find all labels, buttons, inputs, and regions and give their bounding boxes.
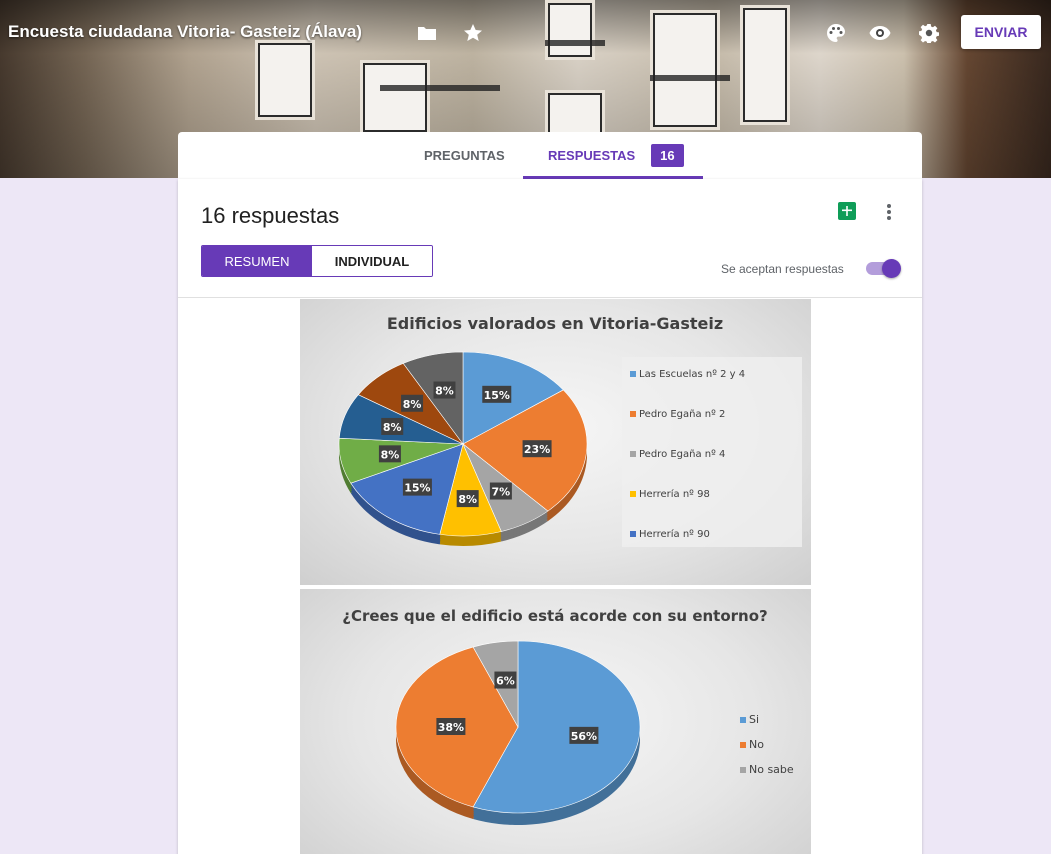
tab-questions[interactable]: PREGUNTAS bbox=[424, 132, 505, 179]
data-label: 6% bbox=[496, 675, 515, 688]
building-window bbox=[740, 5, 790, 125]
building-window bbox=[255, 40, 315, 120]
legend-swatch bbox=[630, 451, 636, 457]
balcony-rail bbox=[545, 40, 605, 46]
gear-icon[interactable] bbox=[918, 22, 940, 44]
legend-swatch bbox=[740, 767, 746, 773]
legend-entry: Pedro Egaña nº 2 bbox=[639, 409, 725, 420]
legend-entry: Pedro Egaña nº 4 bbox=[639, 449, 725, 460]
palette-icon[interactable] bbox=[825, 22, 847, 44]
legend-entry: Las Escuelas nº 2 y 4 bbox=[639, 369, 745, 380]
data-label: 8% bbox=[381, 448, 400, 461]
more-options-icon[interactable] bbox=[882, 201, 896, 223]
legend-entry: Herrería nº 98 bbox=[639, 488, 710, 500]
responses-count-badge: 16 bbox=[651, 144, 684, 167]
building-window bbox=[545, 0, 595, 60]
responses-card: 16 respuestas RESUMEN INDIVIDUAL Se acep… bbox=[178, 179, 922, 854]
star-icon[interactable] bbox=[462, 22, 484, 44]
divider bbox=[178, 297, 922, 298]
responses-title: 16 respuestas bbox=[201, 203, 340, 228]
tab-responses-label: RESPUESTAS bbox=[548, 148, 636, 163]
toggle-thumb bbox=[882, 259, 901, 278]
building-window bbox=[650, 10, 720, 130]
legend-swatch bbox=[630, 491, 636, 497]
legend-entry: Si bbox=[749, 713, 759, 726]
chart-title: Edificios valorados en Vitoria-Gasteiz bbox=[387, 314, 723, 333]
legend-entry: Herrería nº 90 bbox=[639, 528, 710, 540]
data-label: 38% bbox=[438, 721, 464, 734]
chart-surroundings: ¿Crees que el edificio está acorde con s… bbox=[300, 589, 811, 854]
data-label: 8% bbox=[383, 421, 402, 434]
legend-entry: No sabe bbox=[749, 763, 794, 776]
legend-swatch bbox=[740, 717, 746, 723]
legend-entry: No bbox=[749, 738, 764, 751]
data-label: 8% bbox=[403, 398, 422, 411]
chart-surroundings-svg: ¿Crees que el edificio está acorde con s… bbox=[342, 607, 794, 825]
balcony-rail bbox=[380, 85, 500, 91]
send-button[interactable]: ENVIAR bbox=[961, 15, 1041, 49]
chart-buildings: Edificios valorados en Vitoria-Gasteiz 15… bbox=[300, 299, 811, 585]
individual-button[interactable]: INDIVIDUAL bbox=[312, 246, 432, 276]
accepting-responses-toggle[interactable] bbox=[866, 259, 901, 278]
legend-swatch bbox=[630, 411, 636, 417]
balcony-rail bbox=[650, 75, 730, 81]
tab-bar: PREGUNTAS RESPUESTAS 16 bbox=[178, 132, 922, 179]
data-label: 8% bbox=[435, 385, 454, 398]
accepting-responses-label: Se aceptan respuestas bbox=[721, 262, 844, 276]
sheets-icon[interactable] bbox=[838, 202, 856, 220]
legend-swatch bbox=[630, 371, 636, 377]
data-label: 15% bbox=[404, 482, 430, 495]
data-label: 8% bbox=[458, 493, 477, 506]
data-label: 15% bbox=[484, 389, 510, 402]
form-title[interactable]: Encuesta ciudadana Vitoria- Gasteiz (Ála… bbox=[8, 22, 362, 42]
building-window bbox=[360, 60, 430, 135]
legend-swatch bbox=[630, 531, 636, 537]
eye-icon[interactable] bbox=[869, 22, 891, 44]
chart-title: ¿Crees que el edificio está acorde con s… bbox=[342, 607, 768, 625]
summary-button[interactable]: RESUMEN bbox=[202, 246, 312, 276]
data-label: 56% bbox=[571, 730, 597, 743]
legend-swatch bbox=[740, 742, 746, 748]
view-toggle: RESUMEN INDIVIDUAL bbox=[201, 245, 433, 277]
data-label: 7% bbox=[492, 486, 511, 499]
chart-buildings-svg: Edificios valorados en Vitoria-Gasteiz 15… bbox=[338, 314, 802, 547]
folder-icon[interactable] bbox=[416, 22, 438, 44]
tab-responses[interactable]: RESPUESTAS 16 bbox=[546, 132, 684, 179]
data-label: 23% bbox=[524, 443, 550, 456]
